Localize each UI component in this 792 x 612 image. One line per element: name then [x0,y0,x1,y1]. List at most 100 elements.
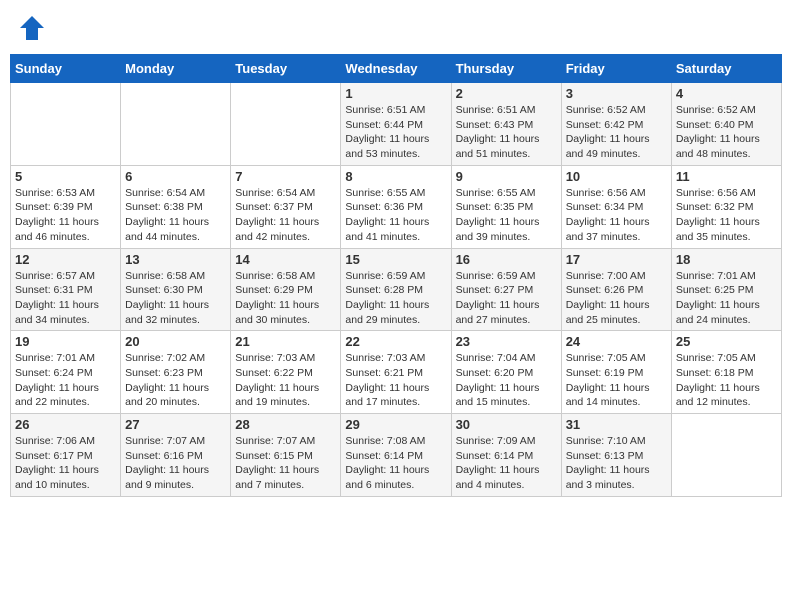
calendar-cell: 1 Sunrise: 6:51 AM Sunset: 6:44 PM Daylig… [341,83,451,166]
calendar-cell: 28 Sunrise: 7:07 AM Sunset: 6:15 PM Dayli… [231,414,341,497]
calendar-cell: 30 Sunrise: 7:09 AM Sunset: 6:14 PM Dayli… [451,414,561,497]
calendar-cell: 26 Sunrise: 7:06 AM Sunset: 6:17 PM Dayli… [11,414,121,497]
logo [18,14,50,42]
calendar-cell: 2 Sunrise: 6:51 AM Sunset: 6:43 PM Daylig… [451,83,561,166]
calendar-cell: 24Sunrise: 7:05 AM Sunset: 6:19 PM Dayli… [561,331,671,414]
day-info: Sunrise: 7:03 AM Sunset: 6:21 PM Dayligh… [345,351,446,410]
calendar-cell: 29 Sunrise: 7:08 AM Sunset: 6:14 PM Dayli… [341,414,451,497]
calendar-cell [11,83,121,166]
day-info: Sunrise: 6:54 AM Sunset: 6:37 PM Dayligh… [235,186,336,245]
weekday-header: Monday [121,55,231,83]
day-info: Sunrise: 7:07 AM Sunset: 6:15 PM Dayligh… [235,434,336,493]
day-number: 4 [676,86,777,101]
day-number: 9 [456,169,557,184]
calendar-week-row: 1 Sunrise: 6:51 AM Sunset: 6:44 PM Daylig… [11,83,782,166]
day-number: 18 [676,252,777,267]
day-number: 29 [345,417,446,432]
day-number: 2 [456,86,557,101]
day-info: Sunrise: 7:03 AM Sunset: 6:22 PM Dayligh… [235,351,336,410]
day-number: 19 [15,334,116,349]
day-info: Sunrise: 6:51 AM Sunset: 6:43 PM Dayligh… [456,103,557,162]
day-info: Sunrise: 6:52 AM Sunset: 6:40 PM Dayligh… [676,103,777,162]
day-info: Sunrise: 6:58 AM Sunset: 6:30 PM Dayligh… [125,269,226,328]
calendar-cell: 10 Sunrise: 6:56 AM Sunset: 6:34 PM Dayli… [561,165,671,248]
day-number: 5 [15,169,116,184]
calendar-cell: 20 Sunrise: 7:02 AM Sunset: 6:23 PM Dayli… [121,331,231,414]
day-info: Sunrise: 7:00 AM Sunset: 6:26 PM Dayligh… [566,269,667,328]
day-info: Sunrise: 7:08 AM Sunset: 6:14 PM Dayligh… [345,434,446,493]
day-number: 30 [456,417,557,432]
day-number: 20 [125,334,226,349]
day-number: 23 [456,334,557,349]
calendar-cell: 15 Sunrise: 6:59 AM Sunset: 6:28 PM Dayli… [341,248,451,331]
day-info: Sunrise: 7:05 AM Sunset: 6:18 PM Dayligh… [676,351,777,410]
weekday-header: Sunday [11,55,121,83]
calendar-cell: 31 Sunrise: 7:10 AM Sunset: 6:13 PM Dayli… [561,414,671,497]
calendar-cell: 12 Sunrise: 6:57 AM Sunset: 6:31 PM Dayli… [11,248,121,331]
day-info: Sunrise: 7:07 AM Sunset: 6:16 PM Dayligh… [125,434,226,493]
calendar-cell: 19 Sunrise: 7:01 AM Sunset: 6:24 PM Dayli… [11,331,121,414]
day-info: Sunrise: 6:59 AM Sunset: 6:28 PM Dayligh… [345,269,446,328]
calendar-cell: 27 Sunrise: 7:07 AM Sunset: 6:16 PM Dayli… [121,414,231,497]
calendar-cell [231,83,341,166]
day-info: Sunrise: 6:57 AM Sunset: 6:31 PM Dayligh… [15,269,116,328]
day-number: 10 [566,169,667,184]
day-number: 27 [125,417,226,432]
calendar-cell [671,414,781,497]
calendar-cell [121,83,231,166]
calendar-cell: 4 Sunrise: 6:52 AM Sunset: 6:40 PM Daylig… [671,83,781,166]
calendar-week-row: 12 Sunrise: 6:57 AM Sunset: 6:31 PM Dayli… [11,248,782,331]
day-number: 28 [235,417,336,432]
day-info: Sunrise: 6:56 AM Sunset: 6:34 PM Dayligh… [566,186,667,245]
page-header [10,10,782,46]
calendar-cell: 5 Sunrise: 6:53 AM Sunset: 6:39 PM Daylig… [11,165,121,248]
day-number: 12 [15,252,116,267]
day-info: Sunrise: 6:55 AM Sunset: 6:35 PM Dayligh… [456,186,557,245]
weekday-header: Friday [561,55,671,83]
day-info: Sunrise: 7:04 AM Sunset: 6:20 PM Dayligh… [456,351,557,410]
day-number: 15 [345,252,446,267]
calendar-cell: 21 Sunrise: 7:03 AM Sunset: 6:22 PM Dayli… [231,331,341,414]
calendar-cell: 3Sunrise: 6:52 AM Sunset: 6:42 PM Daylig… [561,83,671,166]
day-number: 11 [676,169,777,184]
day-number: 22 [345,334,446,349]
calendar-week-row: 26 Sunrise: 7:06 AM Sunset: 6:17 PM Dayli… [11,414,782,497]
day-number: 31 [566,417,667,432]
day-number: 1 [345,86,446,101]
logo-icon [18,14,46,42]
calendar-cell: 25Sunrise: 7:05 AM Sunset: 6:18 PM Dayli… [671,331,781,414]
day-info: Sunrise: 6:54 AM Sunset: 6:38 PM Dayligh… [125,186,226,245]
day-info: Sunrise: 7:01 AM Sunset: 6:24 PM Dayligh… [15,351,116,410]
day-info: Sunrise: 6:53 AM Sunset: 6:39 PM Dayligh… [15,186,116,245]
calendar-week-row: 19 Sunrise: 7:01 AM Sunset: 6:24 PM Dayli… [11,331,782,414]
day-info: Sunrise: 7:10 AM Sunset: 6:13 PM Dayligh… [566,434,667,493]
weekday-header: Wednesday [341,55,451,83]
calendar-cell: 6 Sunrise: 6:54 AM Sunset: 6:38 PM Daylig… [121,165,231,248]
calendar-cell: 9 Sunrise: 6:55 AM Sunset: 6:35 PM Daylig… [451,165,561,248]
calendar-cell: 17 Sunrise: 7:00 AM Sunset: 6:26 PM Dayli… [561,248,671,331]
day-info: Sunrise: 7:02 AM Sunset: 6:23 PM Dayligh… [125,351,226,410]
day-info: Sunrise: 6:55 AM Sunset: 6:36 PM Dayligh… [345,186,446,245]
calendar-cell: 22 Sunrise: 7:03 AM Sunset: 6:21 PM Dayli… [341,331,451,414]
weekday-header: Saturday [671,55,781,83]
calendar-table: SundayMondayTuesdayWednesdayThursdayFrid… [10,54,782,497]
day-info: Sunrise: 6:51 AM Sunset: 6:44 PM Dayligh… [345,103,446,162]
calendar-week-row: 5 Sunrise: 6:53 AM Sunset: 6:39 PM Daylig… [11,165,782,248]
day-number: 6 [125,169,226,184]
day-number: 13 [125,252,226,267]
calendar-cell: 16Sunrise: 6:59 AM Sunset: 6:27 PM Dayli… [451,248,561,331]
day-info: Sunrise: 7:09 AM Sunset: 6:14 PM Dayligh… [456,434,557,493]
day-number: 21 [235,334,336,349]
calendar-cell: 13 Sunrise: 6:58 AM Sunset: 6:30 PM Dayli… [121,248,231,331]
calendar-cell: 18Sunrise: 7:01 AM Sunset: 6:25 PM Dayli… [671,248,781,331]
calendar-cell: 8 Sunrise: 6:55 AM Sunset: 6:36 PM Daylig… [341,165,451,248]
day-number: 7 [235,169,336,184]
weekday-header: Tuesday [231,55,341,83]
calendar-cell: 7 Sunrise: 6:54 AM Sunset: 6:37 PM Daylig… [231,165,341,248]
day-info: Sunrise: 6:56 AM Sunset: 6:32 PM Dayligh… [676,186,777,245]
day-number: 14 [235,252,336,267]
day-number: 8 [345,169,446,184]
day-number: 17 [566,252,667,267]
day-info: Sunrise: 7:06 AM Sunset: 6:17 PM Dayligh… [15,434,116,493]
day-number: 26 [15,417,116,432]
